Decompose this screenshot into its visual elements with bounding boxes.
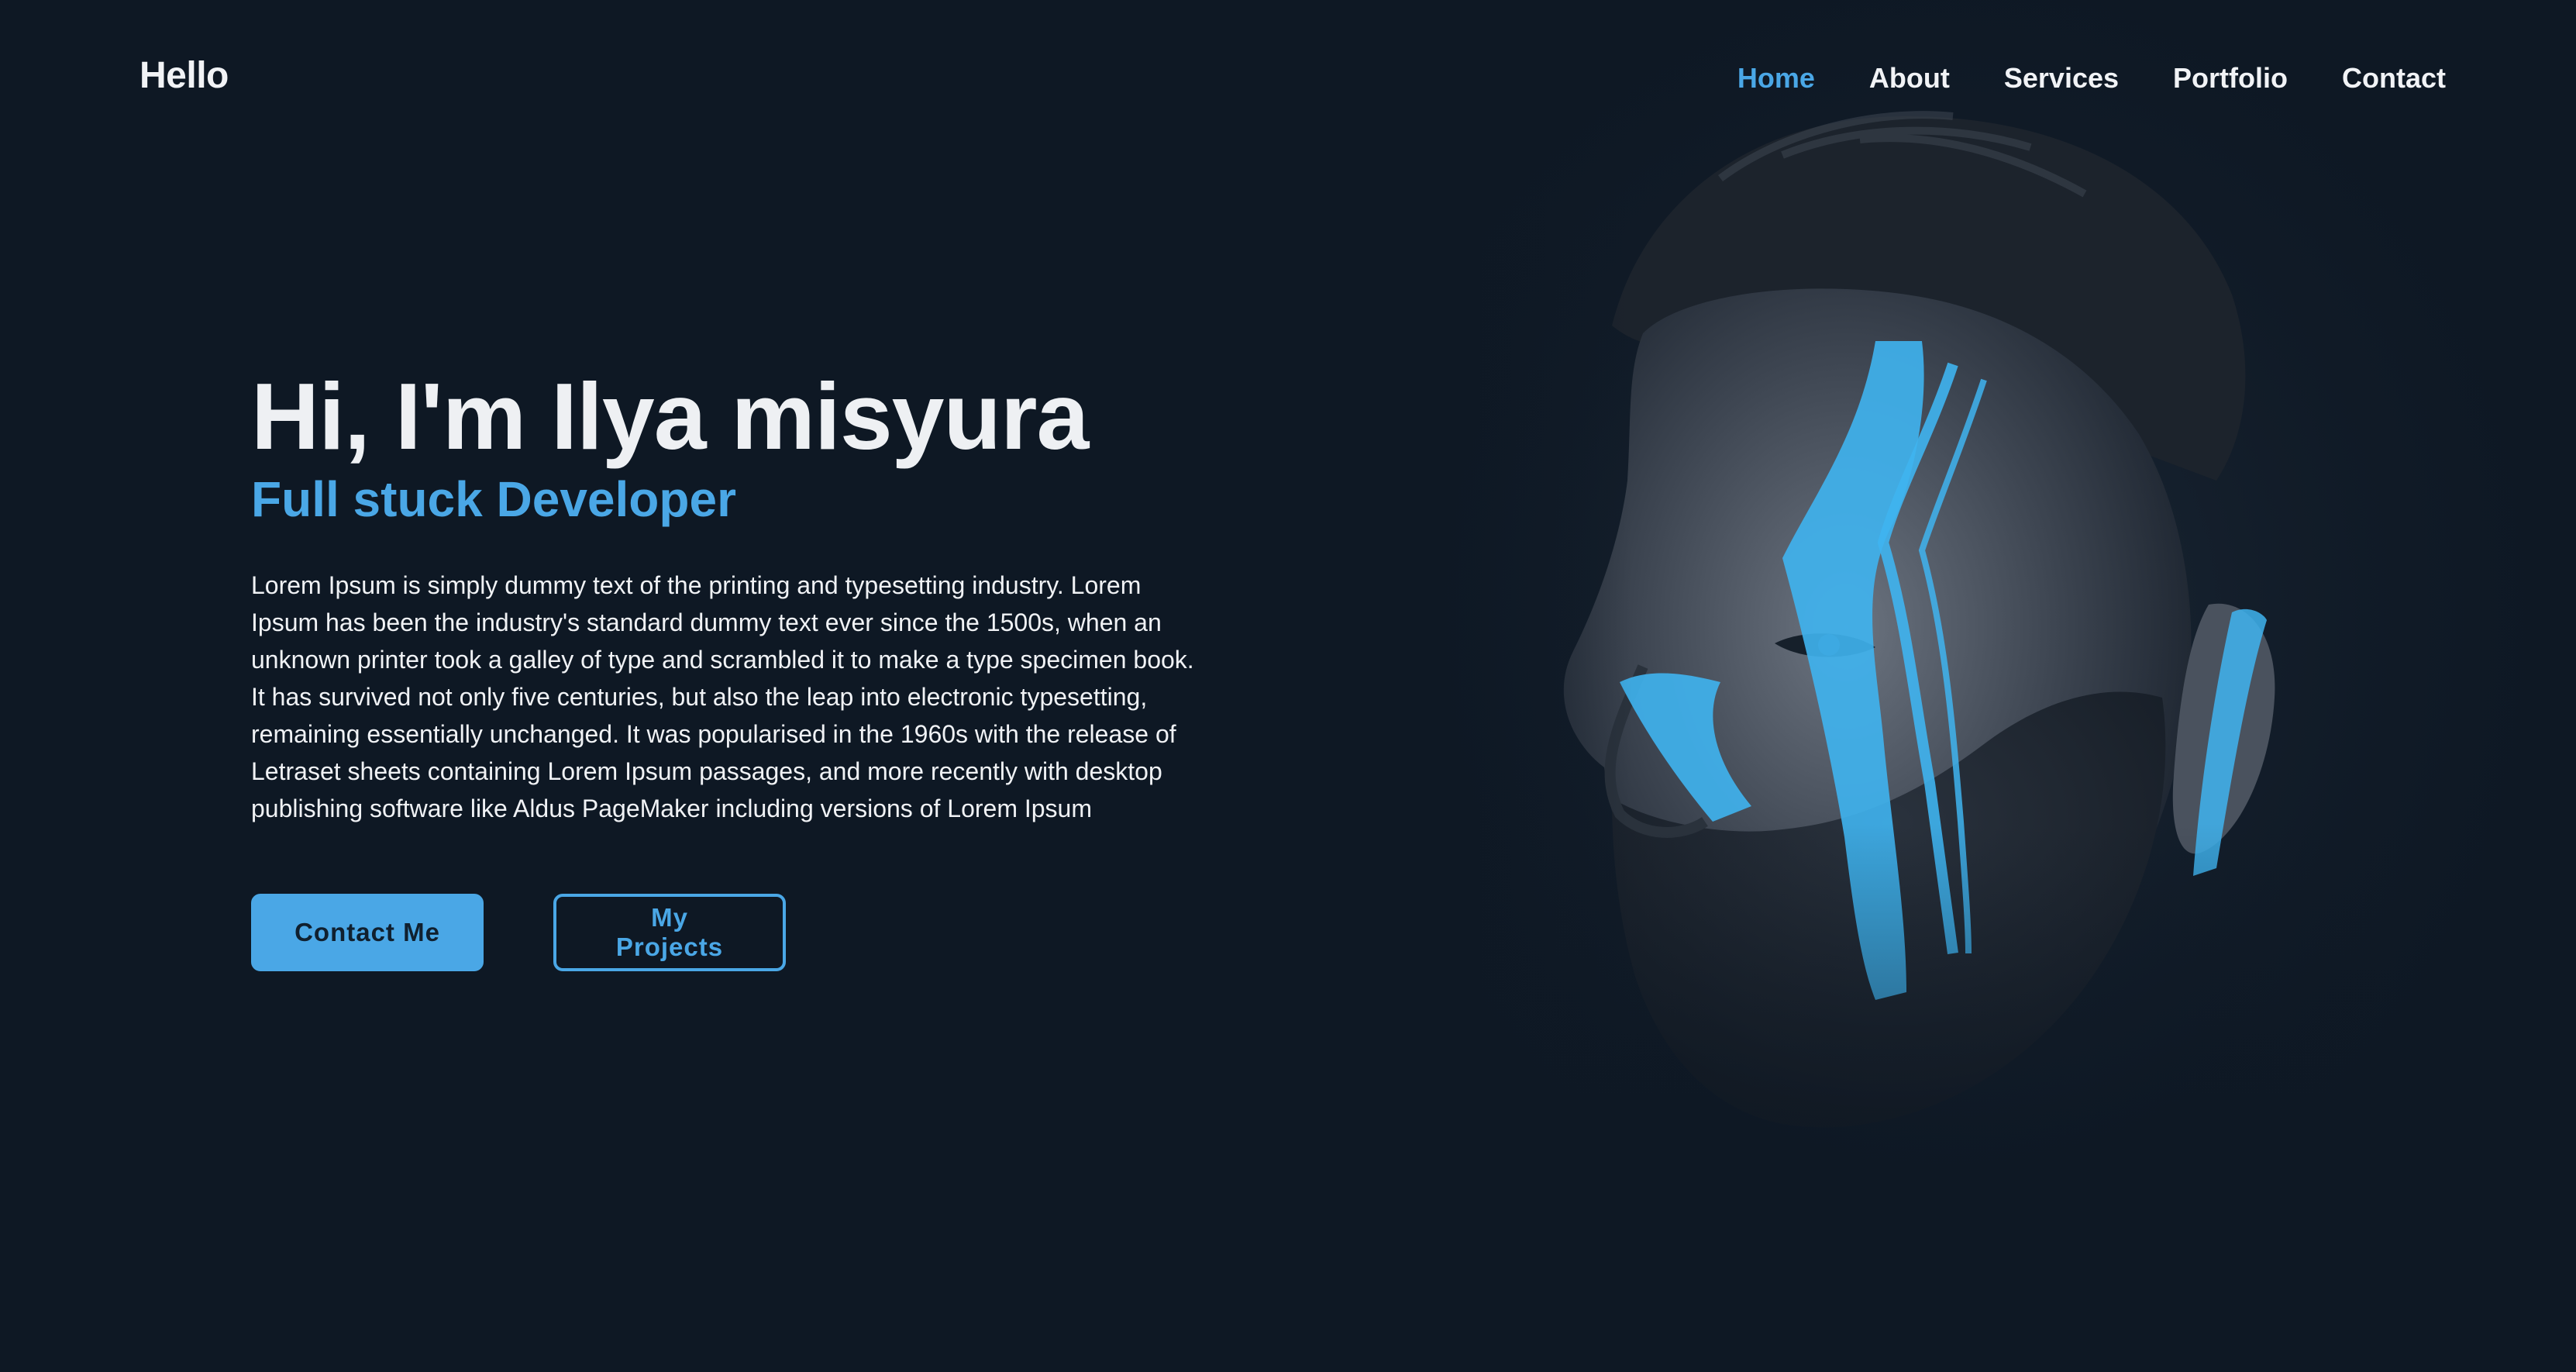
hero-section: Hi, I'm Ilya misyura Full stuck Develope… xyxy=(251,364,1212,971)
my-projects-button[interactable]: My Projects xyxy=(553,893,786,971)
hero-subtitle: Full stuck Developer xyxy=(251,471,736,528)
logo[interactable]: Hello xyxy=(139,54,229,97)
nav-item-contact[interactable]: Contact xyxy=(2342,62,2446,95)
nav-item-about[interactable]: About xyxy=(1869,62,1950,95)
nav-item-home[interactable]: Home xyxy=(1737,62,1815,95)
contact-me-button[interactable]: Contact Me xyxy=(251,893,484,971)
nav-item-services[interactable]: Services xyxy=(2004,62,2119,95)
hero-description: Lorem Ipsum is simply dummy text of the … xyxy=(251,571,1194,822)
main-nav: Home About Services Portfolio Contact xyxy=(1737,62,2446,95)
hero-portrait-image xyxy=(1317,0,2576,1372)
page: Hello Home About Services Portfolio Cont… xyxy=(0,0,2576,1372)
nav-item-portfolio[interactable]: Portfolio xyxy=(2173,62,2288,95)
hero-title: Hi, I'm Ilya misyura xyxy=(251,364,1089,469)
hero-actions: Contact Me My Projects xyxy=(251,893,1212,971)
